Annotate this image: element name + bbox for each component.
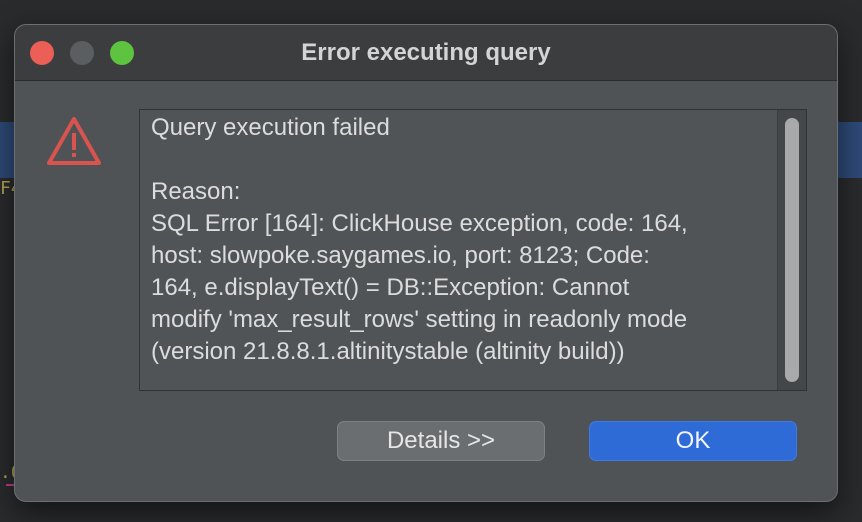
ok-button[interactable]: OK	[589, 421, 797, 461]
error-dialog: Error executing query Query execution fa…	[14, 24, 838, 502]
warning-triangle-icon	[47, 117, 101, 165]
details-button[interactable]: Details >>	[337, 421, 545, 461]
dialog-titlebar: Error executing query	[15, 25, 837, 81]
error-message-text: Query execution failed Reason: SQL Error…	[151, 114, 688, 365]
message-scrollbar[interactable]	[777, 110, 806, 390]
dialog-title: Error executing query	[301, 39, 551, 66]
error-message-box[interactable]: Query execution failed Reason: SQL Error…	[139, 109, 807, 391]
scrollbar-thumb[interactable]	[785, 118, 799, 382]
